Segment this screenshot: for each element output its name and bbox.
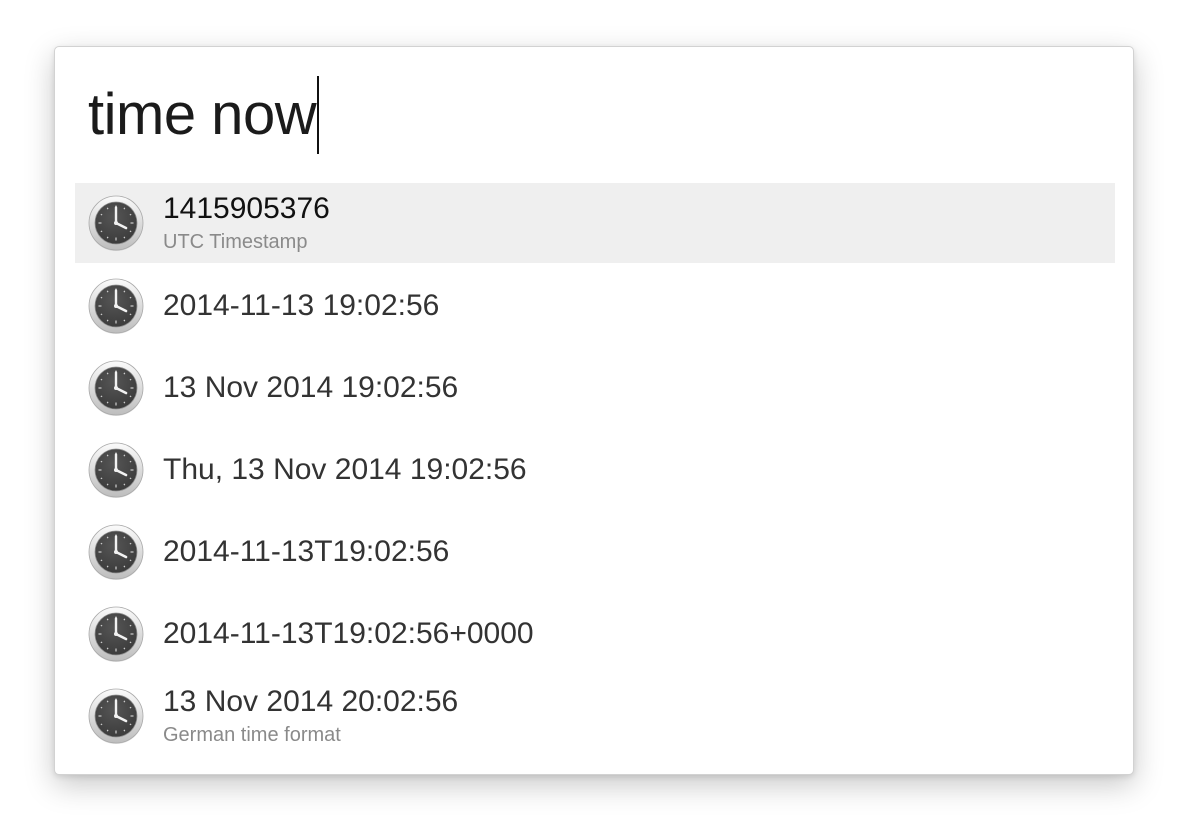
clock-icon (88, 278, 144, 334)
result-title: 2014-11-13T19:02:56 (163, 535, 450, 568)
text-caret (317, 76, 320, 154)
clock-icon (88, 606, 144, 662)
clock-icon (88, 360, 144, 416)
launcher-window: time now 1415905376 UTC Timestamp 2014-1… (54, 46, 1134, 775)
search-field[interactable]: time now (88, 73, 320, 157)
results-list: 1415905376 UTC Timestamp 2014-11-13 19:0… (75, 183, 1115, 757)
result-item[interactable]: 1415905376 UTC Timestamp (75, 183, 1115, 263)
result-subtitle: German time format (163, 723, 341, 746)
result-item[interactable]: 13 Nov 2014 19:02:56 (75, 347, 1115, 429)
clock-icon (88, 195, 144, 251)
result-title: 13 Nov 2014 20:02:56 (163, 684, 459, 718)
result-title: 2014-11-13 19:02:56 (163, 289, 440, 322)
result-item[interactable]: 2014-11-13T19:02:56+0000 (75, 593, 1115, 675)
result-title: 2014-11-13T19:02:56+0000 (163, 617, 534, 650)
result-item[interactable]: 13 Nov 2014 20:02:56 German time format (75, 675, 1115, 757)
search-input[interactable]: time now (88, 73, 317, 157)
result-title: 1415905376 (163, 191, 330, 225)
clock-icon (88, 524, 144, 580)
result-subtitle: UTC Timestamp (163, 230, 308, 253)
result-item[interactable]: 2014-11-13T19:02:56 (75, 511, 1115, 593)
result-item[interactable]: Thu, 13 Nov 2014 19:02:56 (75, 429, 1115, 511)
result-title: Thu, 13 Nov 2014 19:02:56 (163, 453, 527, 486)
clock-icon (88, 442, 144, 498)
result-title: 13 Nov 2014 19:02:56 (163, 371, 459, 404)
clock-icon (88, 688, 144, 744)
result-item[interactable]: 2014-11-13 19:02:56 (75, 265, 1115, 347)
